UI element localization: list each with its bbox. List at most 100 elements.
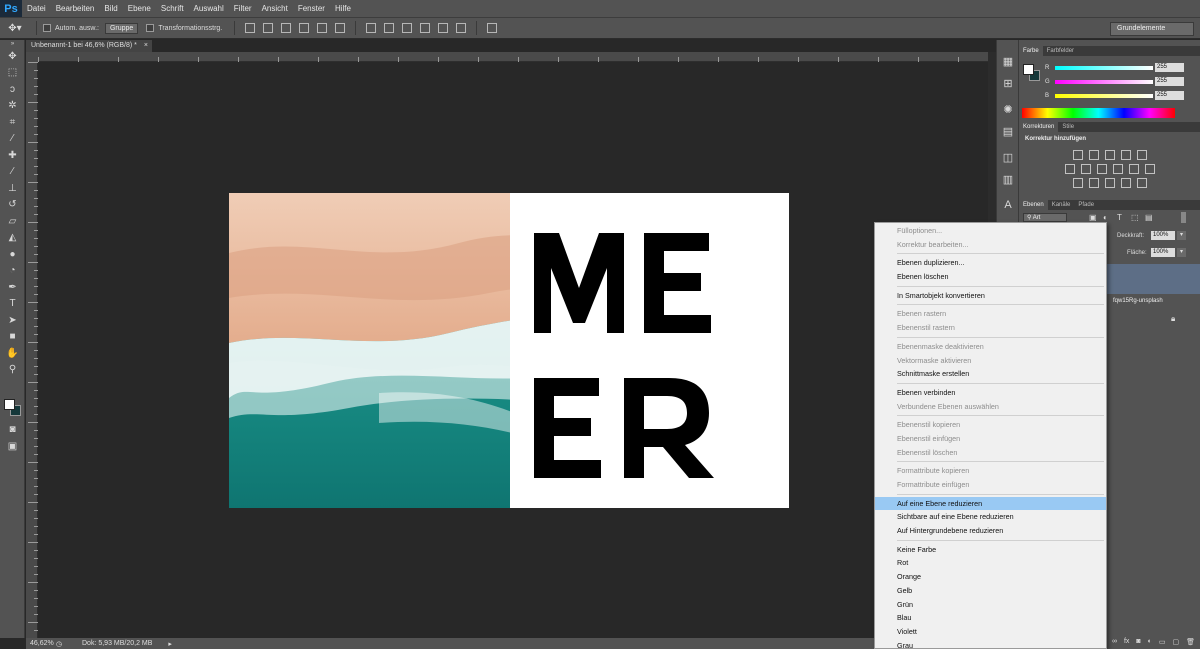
distribute-vcenter-icon[interactable] bbox=[384, 23, 395, 33]
tab-farbe[interactable]: Farbe bbox=[1019, 46, 1043, 56]
foreground-color-swatch[interactable] bbox=[1023, 64, 1034, 75]
fill-value[interactable]: 100% bbox=[1151, 248, 1175, 257]
context-menu-item[interactable]: Sichtbare auf eine Ebene reduzieren bbox=[875, 510, 1106, 524]
paint-bucket-tool-icon[interactable]: ◭ bbox=[0, 230, 25, 247]
link-layers-icon[interactable]: ∞ bbox=[1112, 638, 1117, 649]
context-menu-item[interactable]: Grün bbox=[875, 598, 1106, 612]
tab-stile[interactable]: Stile bbox=[1058, 122, 1078, 132]
color-lookup-icon[interactable] bbox=[1145, 164, 1155, 174]
quick-mask-icon[interactable]: ◙ bbox=[0, 421, 25, 438]
distribute-left-icon[interactable] bbox=[420, 23, 431, 33]
dodge-tool-icon[interactable]: ◔ bbox=[0, 263, 25, 280]
path-selection-tool-icon[interactable]: ➤ bbox=[0, 312, 25, 329]
align-right-icon[interactable] bbox=[335, 23, 346, 33]
invert-icon[interactable] bbox=[1073, 178, 1083, 188]
levels-adjust-icon[interactable] bbox=[1089, 150, 1099, 160]
context-menu-item[interactable]: Auf eine Ebene reduzieren bbox=[875, 496, 1106, 511]
brush-tool-icon[interactable]: ∕ bbox=[0, 164, 25, 181]
align-vcenter-icon[interactable] bbox=[263, 23, 274, 33]
collapse-tools-icon[interactable]: » bbox=[0, 40, 25, 48]
context-menu-item[interactable]: Blau bbox=[875, 611, 1106, 625]
color-balance-icon[interactable] bbox=[1081, 164, 1091, 174]
context-menu-item[interactable]: Orange bbox=[875, 570, 1106, 584]
layer-filter-dropdown[interactable]: ⚲ Art bbox=[1023, 213, 1067, 222]
channel-mixer-icon[interactable] bbox=[1129, 164, 1139, 174]
green-value[interactable]: 255 bbox=[1155, 77, 1184, 86]
history-brush-tool-icon[interactable]: ↺ bbox=[0, 197, 25, 214]
eraser-tool-icon[interactable]: ▱ bbox=[0, 213, 25, 230]
threshold-icon[interactable] bbox=[1105, 178, 1115, 188]
zoom-tool-icon[interactable]: ⚲ bbox=[0, 362, 25, 379]
new-layer-icon[interactable]: ▢ bbox=[1172, 638, 1179, 649]
clone-stamp-tool-icon[interactable]: ⊥ bbox=[0, 180, 25, 197]
delete-layer-icon[interactable]: 🗑︎ bbox=[1186, 638, 1195, 649]
layer-style-icon[interactable]: fx bbox=[1124, 638, 1129, 649]
horizontal-ruler[interactable] bbox=[38, 52, 988, 65]
brightness-panel-icon[interactable]: ✺ bbox=[997, 98, 1019, 120]
move-tool-icon[interactable]: ✥ bbox=[0, 48, 25, 65]
transform-controls-checkbox[interactable] bbox=[146, 24, 155, 32]
curves-adjust-icon[interactable] bbox=[1105, 150, 1115, 160]
hand-tool-icon[interactable]: ✋ bbox=[0, 345, 25, 362]
tab-ebenen[interactable]: Ebenen bbox=[1019, 200, 1048, 210]
align-hcenter-icon[interactable] bbox=[317, 23, 328, 33]
context-menu-item[interactable]: Schnittmaske erstellen bbox=[875, 367, 1106, 381]
tab-korrekturen[interactable]: Korrekturen bbox=[1019, 122, 1059, 132]
auto-select-checkbox[interactable] bbox=[43, 24, 51, 32]
context-menu-item[interactable]: Violett bbox=[875, 625, 1106, 639]
blue-slider[interactable]: B 255 bbox=[1041, 91, 1191, 102]
status-info-icon[interactable]: ◷ bbox=[56, 640, 66, 648]
green-gradient[interactable] bbox=[1055, 80, 1153, 84]
hue-saturation-icon[interactable] bbox=[1065, 164, 1075, 174]
menu-bild[interactable]: Bild bbox=[99, 4, 122, 13]
context-menu-item[interactable]: Keine Farbe bbox=[875, 543, 1106, 557]
context-menu-item[interactable]: Ebenen duplizieren... bbox=[875, 256, 1106, 270]
context-menu-item[interactable]: Grau bbox=[875, 639, 1106, 649]
menu-hilfe[interactable]: Hilfe bbox=[330, 4, 356, 13]
photo-filter-icon[interactable] bbox=[1113, 164, 1123, 174]
filter-shape-icon[interactable]: ⬚ bbox=[1131, 213, 1139, 222]
tab-pfade[interactable]: Pfade bbox=[1074, 200, 1098, 210]
align-left-icon[interactable] bbox=[299, 23, 310, 33]
rectangle-tool-icon[interactable]: ■ bbox=[0, 329, 25, 346]
filter-smart-icon[interactable]: ▤ bbox=[1145, 213, 1153, 222]
context-menu-item[interactable]: Gelb bbox=[875, 584, 1106, 598]
paragraph-styles-icon[interactable]: ▥ bbox=[997, 168, 1019, 190]
selective-color-icon[interactable] bbox=[1137, 178, 1147, 188]
context-menu-item[interactable]: In Smartobjekt konvertieren bbox=[875, 289, 1106, 303]
menu-datei[interactable]: Datei bbox=[22, 4, 51, 13]
align-bottom-icon[interactable] bbox=[281, 23, 292, 33]
status-menu-icon[interactable]: ▸ bbox=[168, 640, 172, 648]
type-tool-icon[interactable]: T bbox=[0, 296, 25, 313]
context-menu-item[interactable]: Ebenen verbinden bbox=[875, 386, 1106, 400]
blue-gradient[interactable] bbox=[1055, 94, 1153, 98]
red-gradient[interactable] bbox=[1055, 66, 1153, 70]
gradient-map-icon[interactable] bbox=[1121, 178, 1131, 188]
menu-schrift[interactable]: Schrift bbox=[156, 4, 189, 13]
distribute-hcenter-icon[interactable] bbox=[438, 23, 449, 33]
tab-kanaele[interactable]: Kanäle bbox=[1048, 200, 1075, 210]
document-tab[interactable]: Unbenannt-1 bei 46,6% (RGB/8) * × bbox=[26, 40, 152, 52]
tab-farbfelder[interactable]: Farbfelder bbox=[1043, 46, 1078, 56]
foreground-color-swatch[interactable] bbox=[4, 399, 15, 410]
lasso-tool-icon[interactable]: ↄ bbox=[0, 81, 25, 98]
healing-brush-tool-icon[interactable]: ✚ bbox=[0, 147, 25, 164]
close-tab-icon[interactable]: × bbox=[144, 42, 148, 49]
magic-wand-tool-icon[interactable]: ✲ bbox=[0, 98, 25, 115]
eyedropper-tool-icon[interactable]: ⁄ bbox=[0, 131, 25, 148]
menu-fenster[interactable]: Fenster bbox=[293, 4, 330, 13]
vertical-ruler[interactable] bbox=[26, 62, 38, 638]
black-white-icon[interactable] bbox=[1097, 164, 1107, 174]
auto-align-icon[interactable] bbox=[487, 23, 498, 33]
context-menu-item[interactable]: Ebenen löschen bbox=[875, 270, 1106, 284]
opacity-value[interactable]: 100% bbox=[1151, 231, 1175, 240]
menu-ansicht[interactable]: Ansicht bbox=[257, 4, 293, 13]
zoom-level[interactable]: 46,62% bbox=[26, 640, 56, 647]
blur-tool-icon[interactable]: ● bbox=[0, 246, 25, 263]
exposure-adjust-icon[interactable] bbox=[1121, 150, 1131, 160]
context-menu-item[interactable]: Auf Hintergrundebene reduzieren bbox=[875, 524, 1106, 538]
new-group-icon[interactable]: ▭ bbox=[1159, 638, 1166, 649]
distribute-bottom-icon[interactable] bbox=[402, 23, 413, 33]
red-value[interactable]: 255 bbox=[1155, 63, 1184, 72]
green-slider[interactable]: G 255 bbox=[1041, 77, 1191, 88]
